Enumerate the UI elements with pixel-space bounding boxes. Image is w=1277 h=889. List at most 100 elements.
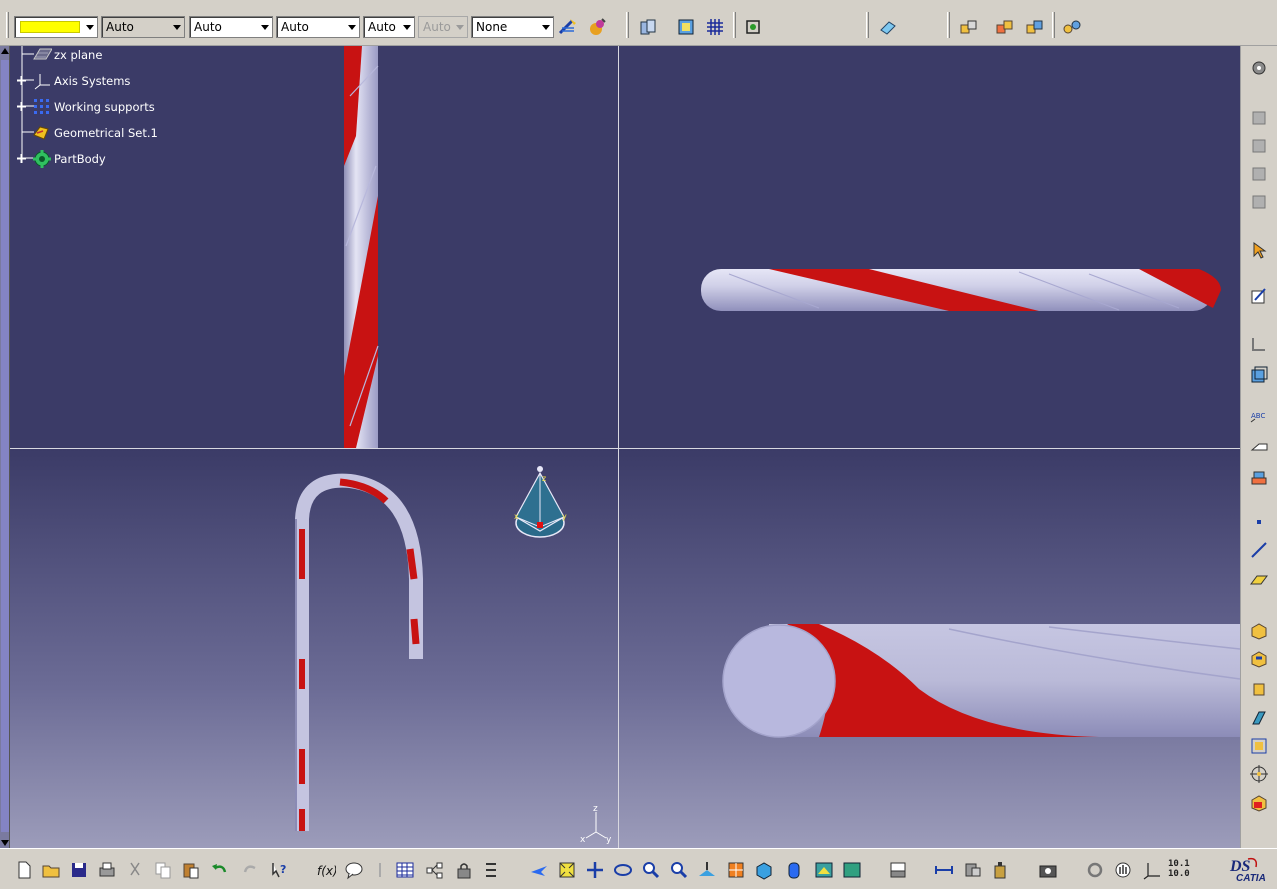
shaft-icon[interactable]: [1247, 676, 1271, 700]
print-icon[interactable]: [95, 858, 119, 882]
parameters-icon[interactable]: [480, 858, 504, 882]
pad-icon[interactable]: [1247, 618, 1271, 642]
line-type-combo[interactable]: Auto: [276, 16, 360, 38]
compass-icon[interactable]: z y x: [510, 461, 570, 545]
comment-icon[interactable]: [342, 858, 366, 882]
svg-text:?: ?: [280, 863, 286, 876]
toolbar-grip[interactable]: [6, 12, 9, 38]
text-abc-icon[interactable]: ABC: [1247, 404, 1271, 428]
tree-scrollbar[interactable]: [0, 46, 10, 848]
scroll-up-icon[interactable]: [1, 48, 9, 54]
horizontal-splitter[interactable]: [10, 448, 1240, 449]
formula-icon[interactable]: f(x): [314, 858, 338, 882]
toolbar-grip[interactable]: [866, 12, 869, 38]
constraints-icon[interactable]: [1060, 15, 1084, 39]
point-type-combo[interactable]: Auto: [363, 16, 415, 38]
rib-icon[interactable]: [1247, 706, 1271, 730]
layer-combo[interactable]: None: [471, 16, 554, 38]
axis-snap-icon[interactable]: [1140, 858, 1164, 882]
expand-icon[interactable]: [16, 153, 27, 164]
sketch-icon[interactable]: [1247, 284, 1271, 308]
zoom-out-icon[interactable]: [667, 858, 691, 882]
color-swatch: [20, 21, 80, 33]
material-icon[interactable]: [585, 15, 609, 39]
box-icon[interactable]: [1247, 790, 1271, 814]
assembly3-icon[interactable]: [1023, 15, 1047, 39]
fit-all-icon[interactable]: [555, 858, 579, 882]
hide-show-icon[interactable]: [886, 858, 910, 882]
paste-icon[interactable]: [179, 858, 203, 882]
view-mode-icon[interactable]: [674, 15, 698, 39]
view-pane-bottom-right[interactable]: [619, 449, 1240, 848]
expand-icon[interactable]: [16, 75, 27, 86]
color-combo[interactable]: [14, 16, 98, 38]
select-icon[interactable]: [1247, 238, 1271, 262]
view3-icon[interactable]: [1247, 162, 1271, 186]
toolbar-grip[interactable]: [733, 12, 736, 38]
pocket-icon[interactable]: [1247, 646, 1271, 670]
vertical-splitter[interactable]: [618, 46, 619, 848]
painter-icon[interactable]: [556, 15, 580, 39]
view-pane-top-right[interactable]: [619, 46, 1240, 448]
undo-icon[interactable]: [207, 858, 231, 882]
refresh-icon[interactable]: [1083, 858, 1107, 882]
toolbar-grip[interactable]: [626, 12, 629, 38]
measure-icon[interactable]: [932, 858, 956, 882]
view2-icon[interactable]: [1247, 134, 1271, 158]
iso-view-icon[interactable]: [752, 858, 776, 882]
render-icon[interactable]: [812, 858, 836, 882]
shading-icon[interactable]: [782, 858, 806, 882]
fly-icon[interactable]: [527, 858, 551, 882]
cut-icon[interactable]: [123, 858, 147, 882]
line-thickness-combo[interactable]: Auto: [189, 16, 273, 38]
grid-icon[interactable]: [703, 15, 727, 39]
eraser-icon[interactable]: [876, 15, 900, 39]
save-icon[interactable]: [67, 858, 91, 882]
3d-viewport[interactable]: z y x z x y zx plane Axis Systems Workin…: [10, 46, 1240, 848]
mass-icon[interactable]: [988, 858, 1012, 882]
view1-icon[interactable]: [1247, 106, 1271, 130]
target-icon[interactable]: [1247, 762, 1271, 786]
table-icon[interactable]: [393, 858, 417, 882]
hand-icon[interactable]: [1111, 858, 1135, 882]
line-icon[interactable]: [1247, 538, 1271, 562]
rotate-icon[interactable]: [611, 858, 635, 882]
relations-icon[interactable]: [423, 858, 447, 882]
capture-icon[interactable]: [961, 858, 985, 882]
redo-icon[interactable]: [239, 858, 263, 882]
new-icon[interactable]: [12, 858, 36, 882]
scroll-down-icon[interactable]: [1, 840, 9, 846]
view-pane-bottom-left[interactable]: z y x z x y: [10, 449, 618, 848]
plane-icon[interactable]: [1247, 568, 1271, 592]
zoom-in-icon[interactable]: [639, 858, 663, 882]
knowledge-icon[interactable]: [368, 858, 392, 882]
scene-icon[interactable]: [636, 15, 660, 39]
whats-this-icon[interactable]: ?: [268, 858, 292, 882]
scale-bottom: 10.0: [1168, 869, 1190, 879]
pattern-icon[interactable]: [1247, 734, 1271, 758]
toolbar-grip[interactable]: [1052, 12, 1055, 38]
constraint-icon[interactable]: [1247, 332, 1271, 356]
expand-icon[interactable]: [16, 101, 27, 112]
assembly-icon[interactable]: [957, 15, 981, 39]
point-icon[interactable]: [1247, 510, 1271, 534]
copy-icon[interactable]: [151, 858, 175, 882]
view4-icon[interactable]: [1247, 190, 1271, 214]
assembly2-icon[interactable]: [993, 15, 1017, 39]
frame-icon[interactable]: [1247, 362, 1271, 386]
toolbar-grip[interactable]: [947, 12, 950, 38]
multiview-icon[interactable]: [724, 858, 748, 882]
camera-icon[interactable]: [1036, 858, 1060, 882]
pan-icon[interactable]: [583, 858, 607, 882]
annotation-icon[interactable]: [1247, 436, 1271, 460]
stack-icon[interactable]: [1247, 466, 1271, 490]
normal-view-icon[interactable]: [695, 858, 719, 882]
open-icon[interactable]: [39, 858, 63, 882]
snap-icon[interactable]: [741, 15, 765, 39]
scroll-thumb[interactable]: [1, 60, 9, 832]
lock-icon[interactable]: [452, 858, 476, 882]
tree-item-label: Working supports: [54, 100, 155, 114]
settings-icon[interactable]: [1247, 56, 1271, 80]
transparency-combo[interactable]: Auto: [101, 16, 185, 38]
texture-icon[interactable]: [840, 858, 864, 882]
